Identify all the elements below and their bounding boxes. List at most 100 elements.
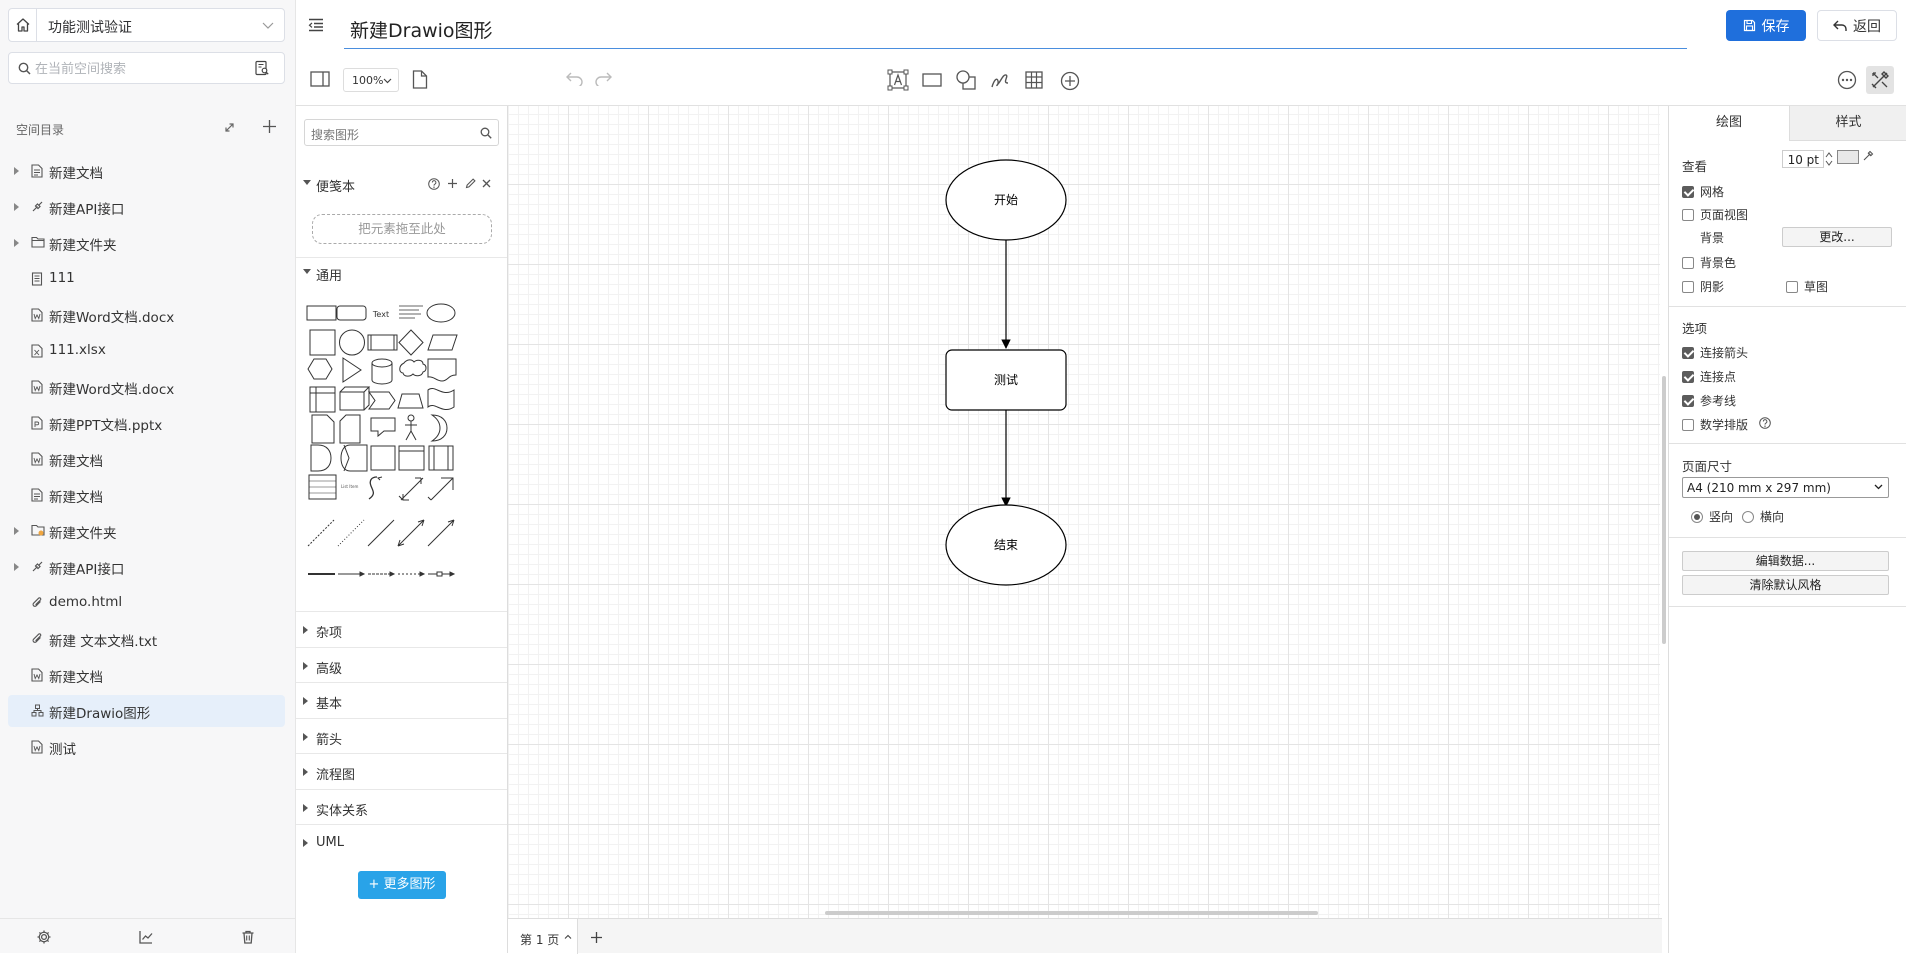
space-selector[interactable]: 功能测试验证	[8, 8, 285, 42]
undo-icon[interactable]	[566, 72, 584, 86]
text-icon[interactable]	[887, 69, 909, 91]
edit-data-button[interactable]: 编辑数据...	[1682, 551, 1889, 571]
tree-item[interactable]: 新建文档	[8, 155, 285, 187]
shadow-checkbox[interactable]: 阴影	[1682, 278, 1724, 295]
shape-section-header[interactable]: 基本	[296, 682, 507, 717]
scratchpad-header[interactable]: 便笺本	[296, 169, 507, 198]
help-icon[interactable]	[428, 178, 440, 190]
tree-item[interactable]: 新建Word文档.docx	[8, 299, 285, 331]
tree-item[interactable]: 新建文档	[8, 659, 285, 691]
drawing-canvas[interactable]: 开始 测试 结束	[508, 106, 1662, 918]
background-color-checkbox[interactable]: 背景色	[1682, 254, 1736, 271]
more-options-icon[interactable]	[1837, 70, 1857, 90]
clear-default-style-button[interactable]: 清除默认风格	[1682, 575, 1889, 595]
more-shapes-button[interactable]: + 更多图形	[358, 871, 446, 899]
landscape-radio[interactable]: 横向	[1742, 508, 1784, 525]
change-background-button[interactable]: 更改...	[1782, 227, 1892, 247]
page-icon[interactable]	[412, 70, 428, 89]
tree-item[interactable]: demo.html	[8, 587, 285, 619]
rectangle-icon[interactable]	[922, 72, 942, 88]
insert-icon[interactable]	[1060, 71, 1080, 91]
tree-item[interactable]: 测试	[8, 731, 285, 763]
tree-item[interactable]: 111	[8, 263, 285, 295]
trash-icon[interactable]	[240, 929, 256, 945]
save-button[interactable]: 保存	[1726, 10, 1806, 41]
expand-arrow-icon[interactable]	[14, 563, 20, 571]
page-size-select[interactable]: A4 (210 mm x 297 mm)	[1682, 477, 1889, 498]
shape-section-header[interactable]: 箭头	[296, 717, 507, 753]
add-icon[interactable]	[262, 119, 277, 134]
connection-points-checkbox-box	[1682, 370, 1694, 383]
tab-diagram[interactable]: 绘图	[1669, 106, 1789, 141]
redo-icon[interactable]	[594, 72, 612, 86]
grid-checkbox[interactable]: 网格	[1682, 183, 1724, 200]
vertical-scrollbar[interactable]	[1660, 106, 1668, 918]
shape-section-header[interactable]: UML	[296, 824, 507, 859]
tree-item[interactable]: 新建PPT文档.pptx	[8, 407, 285, 439]
expand-arrow-icon[interactable]	[14, 167, 20, 175]
tree-item[interactable]: 新建文件夹	[8, 227, 285, 259]
shapes-icon[interactable]	[956, 70, 976, 90]
tree-item[interactable]: 新建文件夹	[8, 515, 285, 547]
shape-section-header[interactable]: 流程图	[296, 753, 507, 788]
expand-arrow-icon[interactable]	[14, 527, 20, 535]
tab-style[interactable]: 样式	[1789, 106, 1906, 141]
line-shapes-grid[interactable]	[304, 517, 500, 597]
close-icon[interactable]	[482, 179, 491, 188]
zoom-select[interactable]: 100%	[343, 68, 399, 92]
divider	[1669, 537, 1906, 538]
expand-icon[interactable]	[223, 121, 236, 134]
grid-size-stepper-icon[interactable]	[1825, 150, 1833, 168]
tree-item[interactable]: 新建API接口	[8, 191, 285, 223]
tree-item[interactable]: 新建Drawio图形	[8, 695, 285, 727]
add-icon[interactable]	[447, 178, 458, 189]
tree-item[interactable]: 新建文档	[8, 443, 285, 475]
shape-search-input[interactable]: 搜索图形	[304, 119, 499, 146]
edit-icon[interactable]	[465, 178, 476, 189]
shape-section-header[interactable]: 高级	[296, 646, 507, 682]
general-shapes-grid[interactable]: Text List Item	[304, 297, 500, 514]
expand-arrow-icon[interactable]	[14, 239, 20, 247]
document-title-input[interactable]: 新建Drawio图形	[344, 12, 1687, 49]
node-end[interactable]: 结束	[945, 504, 1067, 586]
settings-icon[interactable]	[36, 929, 52, 945]
tree-item[interactable]: 新建文档	[8, 479, 285, 511]
space-search-input[interactable]	[35, 58, 245, 80]
portrait-radio[interactable]: 竖向	[1691, 508, 1733, 525]
general-section-header[interactable]: 通用	[296, 257, 507, 286]
node-start[interactable]: 开始	[945, 159, 1067, 241]
eyedropper-icon[interactable]	[1862, 150, 1874, 162]
tree-item[interactable]: 新建 文本文档.txt	[8, 623, 285, 655]
scratchpad-dropzone[interactable]: 把元素拖至此处	[312, 214, 492, 244]
guides-checkbox[interactable]: 参考线	[1682, 392, 1736, 409]
format-panel-toggle-icon[interactable]	[1866, 66, 1894, 94]
math-typesetting-checkbox[interactable]: 数学排版	[1682, 416, 1748, 433]
tree-item[interactable]: 新建API接口	[8, 551, 285, 583]
connection-arrows-checkbox[interactable]: 连接箭头	[1682, 344, 1748, 361]
menu-toggle-icon[interactable]	[308, 18, 324, 32]
freehand-icon[interactable]	[990, 70, 1010, 90]
page-tab-1[interactable]: 第 1 页	[508, 919, 578, 954]
connection-points-checkbox[interactable]: 连接点	[1682, 368, 1736, 385]
shape-section-header[interactable]: 实体关系	[296, 788, 507, 824]
vertical-scroll-thumb[interactable]	[1662, 376, 1666, 644]
back-button[interactable]: 返回	[1817, 10, 1897, 41]
statistics-icon[interactable]	[138, 929, 154, 945]
home-icon[interactable]	[9, 9, 37, 41]
expand-arrow-icon[interactable]	[14, 203, 20, 211]
help-icon[interactable]	[1759, 417, 1771, 429]
add-page-icon[interactable]	[590, 931, 603, 944]
grid-color-button[interactable]	[1837, 150, 1859, 164]
table-icon[interactable]	[1025, 71, 1043, 89]
tree-item[interactable]: 111.xlsx	[8, 335, 285, 367]
sketch-checkbox[interactable]: 草图	[1786, 278, 1828, 295]
grid-size-input[interactable]: 10 pt	[1782, 150, 1824, 168]
tree-item[interactable]: 新建Word文档.docx	[8, 371, 285, 403]
node-test[interactable]: 测试	[945, 349, 1067, 411]
shape-section-header[interactable]: 杂项	[296, 611, 507, 646]
page-view-checkbox[interactable]: 页面视图	[1682, 206, 1748, 223]
toggle-sidebar-icon[interactable]	[310, 71, 330, 87]
horizontal-scroll-thumb[interactable]	[825, 911, 1318, 915]
page-tabs: 第 1 页	[508, 918, 1662, 954]
search-document-icon[interactable]	[254, 60, 270, 76]
